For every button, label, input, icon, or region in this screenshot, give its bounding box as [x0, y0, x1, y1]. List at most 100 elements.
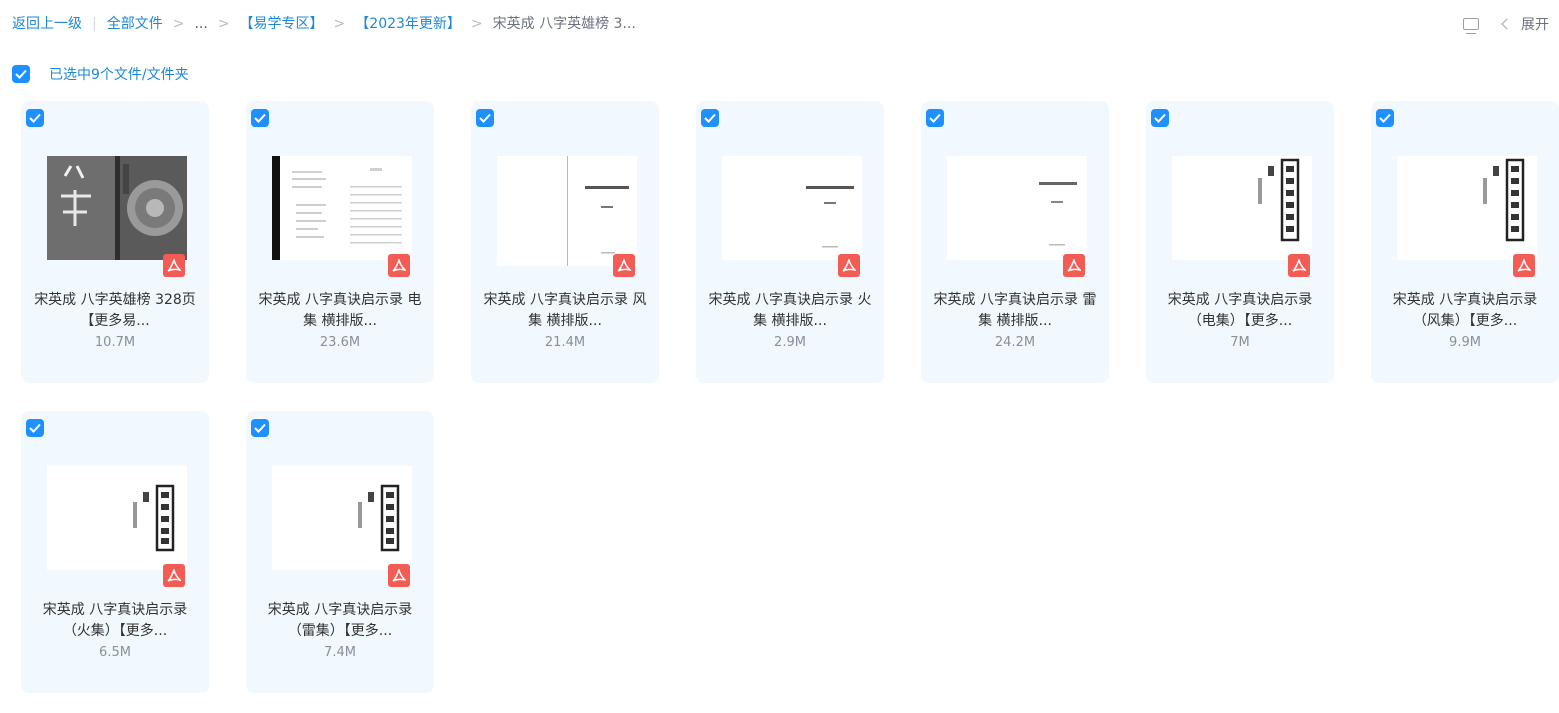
- document-page-image: [47, 466, 187, 570]
- breadcrumb-folder-2023[interactable]: 【2023年更新】: [355, 15, 461, 33]
- pdf-icon: [388, 254, 410, 277]
- file-name[interactable]: 宋英成 八字真诀启示录 电集 横排版...: [256, 290, 424, 332]
- file-thumbnail: [47, 466, 187, 570]
- file-name[interactable]: 宋英成 八字真诀启示录（火集）【更多...: [31, 600, 199, 642]
- pdf-logo-icon: [1517, 258, 1531, 272]
- pdf-logo-icon: [1292, 258, 1306, 272]
- file-size: 10.7M: [94, 335, 136, 350]
- file-thumbnail: [272, 466, 412, 570]
- file-checkbox[interactable]: [251, 419, 269, 437]
- file-name[interactable]: 宋英成 八字英雄榜 328页【更多易...: [31, 290, 199, 332]
- check-icon: [1379, 113, 1391, 123]
- pdf-icon: [1063, 254, 1085, 277]
- top-right-controls: 展开: [1463, 14, 1549, 34]
- file-checkbox[interactable]: [1151, 109, 1169, 127]
- file-size: 6.5M: [99, 645, 131, 660]
- file-size: 24.2M: [994, 335, 1036, 350]
- top-bar: 返回上一级 | 全部文件 > ... > 【易学专区】 > 【2023年更新】 …: [0, 0, 1559, 48]
- file-card[interactable]: 宋英成 八字真诀启示录（电集）【更多... 7M: [1146, 101, 1334, 383]
- file-checkbox[interactable]: [926, 109, 944, 127]
- document-page-image: [722, 156, 862, 260]
- pdf-logo-icon: [392, 568, 406, 582]
- file-checkbox[interactable]: [1376, 109, 1394, 127]
- breadcrumb-separator: >: [172, 16, 185, 32]
- file-checkbox[interactable]: [26, 109, 44, 127]
- pdf-icon: [163, 254, 185, 277]
- check-icon: [29, 113, 41, 123]
- file-card[interactable]: 宋英成 八字真诀启示录（风集）【更多... 9.9M: [1371, 101, 1559, 383]
- monitor-icon[interactable]: [1463, 18, 1479, 34]
- file-name[interactable]: 宋英成 八字真诀启示录 风集 横排版...: [481, 290, 649, 332]
- document-page-image: [272, 466, 412, 570]
- check-icon: [254, 423, 266, 433]
- selection-count-text: 已选中9个文件/文件夹: [49, 67, 189, 83]
- breadcrumb-separator: >: [333, 16, 346, 32]
- file-card[interactable]: 宋英成 八字真诀启示录（雷集）【更多... 7.4M: [246, 411, 434, 693]
- file-size: 2.9M: [774, 335, 806, 350]
- file-size: 9.9M: [1449, 335, 1481, 350]
- file-thumbnail: [1397, 156, 1537, 260]
- file-checkbox[interactable]: [26, 419, 44, 437]
- pdf-icon: [388, 564, 410, 587]
- check-icon: [15, 69, 27, 79]
- check-icon: [479, 113, 491, 123]
- pdf-icon: [163, 564, 185, 587]
- pdf-logo-icon: [842, 258, 856, 272]
- pdf-logo-icon: [1067, 258, 1081, 272]
- pdf-icon: [838, 254, 860, 277]
- pdf-logo-icon: [392, 258, 406, 272]
- pdf-logo-icon: [167, 258, 181, 272]
- breadcrumb-ellipsis[interactable]: ...: [194, 15, 207, 33]
- file-thumbnail: [947, 156, 1087, 260]
- document-page-image: [272, 156, 412, 260]
- book-cover-image: [47, 156, 187, 260]
- file-size: 7.4M: [324, 645, 356, 660]
- file-thumbnail: [47, 156, 187, 260]
- check-icon: [29, 423, 41, 433]
- file-name[interactable]: 宋英成 八字真诀启示录 火集 横排版...: [706, 290, 874, 332]
- file-name[interactable]: 宋英成 八字真诀启示录 雷集 横排版...: [931, 290, 1099, 332]
- file-checkbox[interactable]: [251, 109, 269, 127]
- file-size: 7M: [1230, 335, 1250, 350]
- pdf-icon: [613, 254, 635, 277]
- back-link[interactable]: 返回上一级: [12, 15, 82, 33]
- file-checkbox[interactable]: [701, 109, 719, 127]
- file-size: 23.6M: [319, 335, 361, 350]
- file-name[interactable]: 宋英成 八字真诀启示录（雷集）【更多...: [256, 600, 424, 642]
- file-thumbnail: [722, 156, 862, 260]
- file-thumbnail: [497, 156, 637, 266]
- file-thumbnail: [1172, 156, 1312, 260]
- pdf-icon: [1513, 254, 1535, 277]
- check-icon: [704, 113, 716, 123]
- file-thumbnail: [272, 156, 412, 260]
- pdf-icon: [1288, 254, 1310, 277]
- pdf-logo-icon: [167, 568, 181, 582]
- breadcrumb-separator: >: [470, 16, 483, 32]
- file-name[interactable]: 宋英成 八字真诀启示录（风集）【更多...: [1381, 290, 1549, 332]
- select-all-checkbox[interactable]: [12, 65, 30, 83]
- breadcrumb-divider: |: [92, 16, 97, 32]
- breadcrumb-separator: >: [217, 16, 230, 32]
- document-page-image: [1397, 156, 1537, 260]
- check-icon: [1154, 113, 1166, 123]
- breadcrumb-current: 宋英成 八字英雄榜 3...: [492, 16, 636, 32]
- pdf-logo-icon: [617, 258, 631, 272]
- check-icon: [929, 113, 941, 123]
- file-card[interactable]: 宋英成 八字真诀启示录 风集 横排版... 21.4M: [471, 101, 659, 383]
- chevron-left-icon[interactable]: [1501, 18, 1513, 30]
- document-page-image: [1172, 156, 1312, 260]
- breadcrumb-all-files[interactable]: 全部文件: [107, 15, 163, 33]
- file-checkbox[interactable]: [476, 109, 494, 127]
- document-page-image: [947, 156, 1087, 260]
- file-card[interactable]: 宋英成 八字英雄榜 328页【更多易... 10.7M: [21, 101, 209, 383]
- file-card[interactable]: 宋英成 八字真诀启示录（火集）【更多... 6.5M: [21, 411, 209, 693]
- file-name[interactable]: 宋英成 八字真诀启示录（电集）【更多...: [1156, 290, 1324, 332]
- file-card[interactable]: 宋英成 八字真诀启示录 电集 横排版... 23.6M: [246, 101, 434, 383]
- check-icon: [254, 113, 266, 123]
- document-page-image: [497, 156, 637, 266]
- file-size: 21.4M: [544, 335, 586, 350]
- file-card[interactable]: 宋英成 八字真诀启示录 雷集 横排版... 24.2M: [921, 101, 1109, 383]
- file-card[interactable]: 宋英成 八字真诀启示录 火集 横排版... 2.9M: [696, 101, 884, 383]
- breadcrumb-folder-yixue[interactable]: 【易学专区】: [240, 15, 324, 33]
- expand-button[interactable]: 展开: [1521, 14, 1549, 34]
